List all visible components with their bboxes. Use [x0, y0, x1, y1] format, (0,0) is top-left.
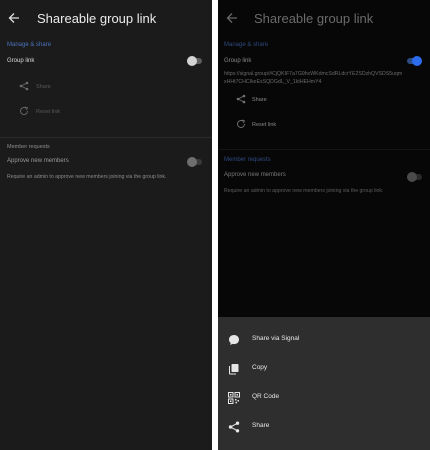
approve-label: Approve new members — [7, 158, 69, 164]
toggle-knob — [187, 157, 197, 167]
right-screen: Shareable group link Manage & share Grou… — [218, 0, 430, 450]
back-arrow-icon[interactable] — [8, 12, 20, 24]
group-link-toggle[interactable] — [407, 56, 422, 66]
left-screen: Shareable group link Manage & share Grou… — [0, 0, 212, 450]
sheet-item-copy[interactable]: Copy — [218, 356, 430, 382]
section-member-requests: Member requests — [224, 157, 271, 163]
toggle-knob — [407, 172, 417, 182]
chat-bubble-icon — [228, 334, 240, 346]
approve-description: Require an admin to approve new members … — [224, 188, 384, 194]
qr-code-icon — [228, 392, 240, 404]
section-manage-share: Manage & share — [7, 42, 52, 48]
share-icon — [19, 81, 29, 91]
toggle-knob — [187, 56, 197, 66]
sheet-item-label: Share via Signal — [252, 335, 300, 342]
reset-link-item[interactable]: Reset link — [36, 109, 60, 115]
back-arrow-icon[interactable] — [226, 12, 238, 24]
sheet-item-qr-code[interactable]: QR Code — [218, 385, 430, 411]
divider — [218, 149, 430, 150]
page-title: Shareable group link — [254, 11, 374, 26]
share-bottom-sheet: Share via Signal Copy QR Code Share — [218, 317, 430, 450]
sheet-item-share-via-signal[interactable]: Share via Signal — [218, 327, 430, 353]
group-link-toggle[interactable] — [187, 56, 202, 66]
approve-toggle[interactable] — [187, 157, 202, 167]
copy-icon — [228, 363, 240, 375]
group-link-label: Group link — [224, 58, 252, 64]
section-member-requests: Member requests — [7, 144, 50, 150]
sheet-item-label: Share — [252, 422, 270, 429]
reset-icon — [236, 119, 246, 129]
approve-toggle[interactable] — [407, 172, 422, 182]
reset-link-item[interactable]: Reset link — [252, 122, 276, 128]
reset-icon — [19, 106, 29, 116]
page-title: Shareable group link — [37, 11, 157, 26]
section-manage-share: Manage & share — [224, 42, 269, 48]
sheet-item-label: QR Code — [252, 393, 280, 400]
share-item[interactable]: Share — [36, 84, 51, 90]
approve-label: Approve new members — [224, 172, 286, 178]
group-link-url[interactable]: https://signal.group/#CjQKIF7a7G9hxWKdmc… — [224, 71, 404, 86]
toggle-knob — [412, 56, 422, 66]
sheet-item-label: Copy — [252, 364, 268, 371]
share-icon — [236, 94, 246, 104]
share-icon — [228, 421, 240, 433]
divider — [0, 137, 212, 138]
group-link-label: Group link — [7, 58, 35, 64]
share-item[interactable]: Share — [252, 97, 267, 103]
sheet-item-share[interactable]: Share — [218, 414, 430, 440]
approve-description: Require an admin to approve new members … — [7, 174, 167, 180]
